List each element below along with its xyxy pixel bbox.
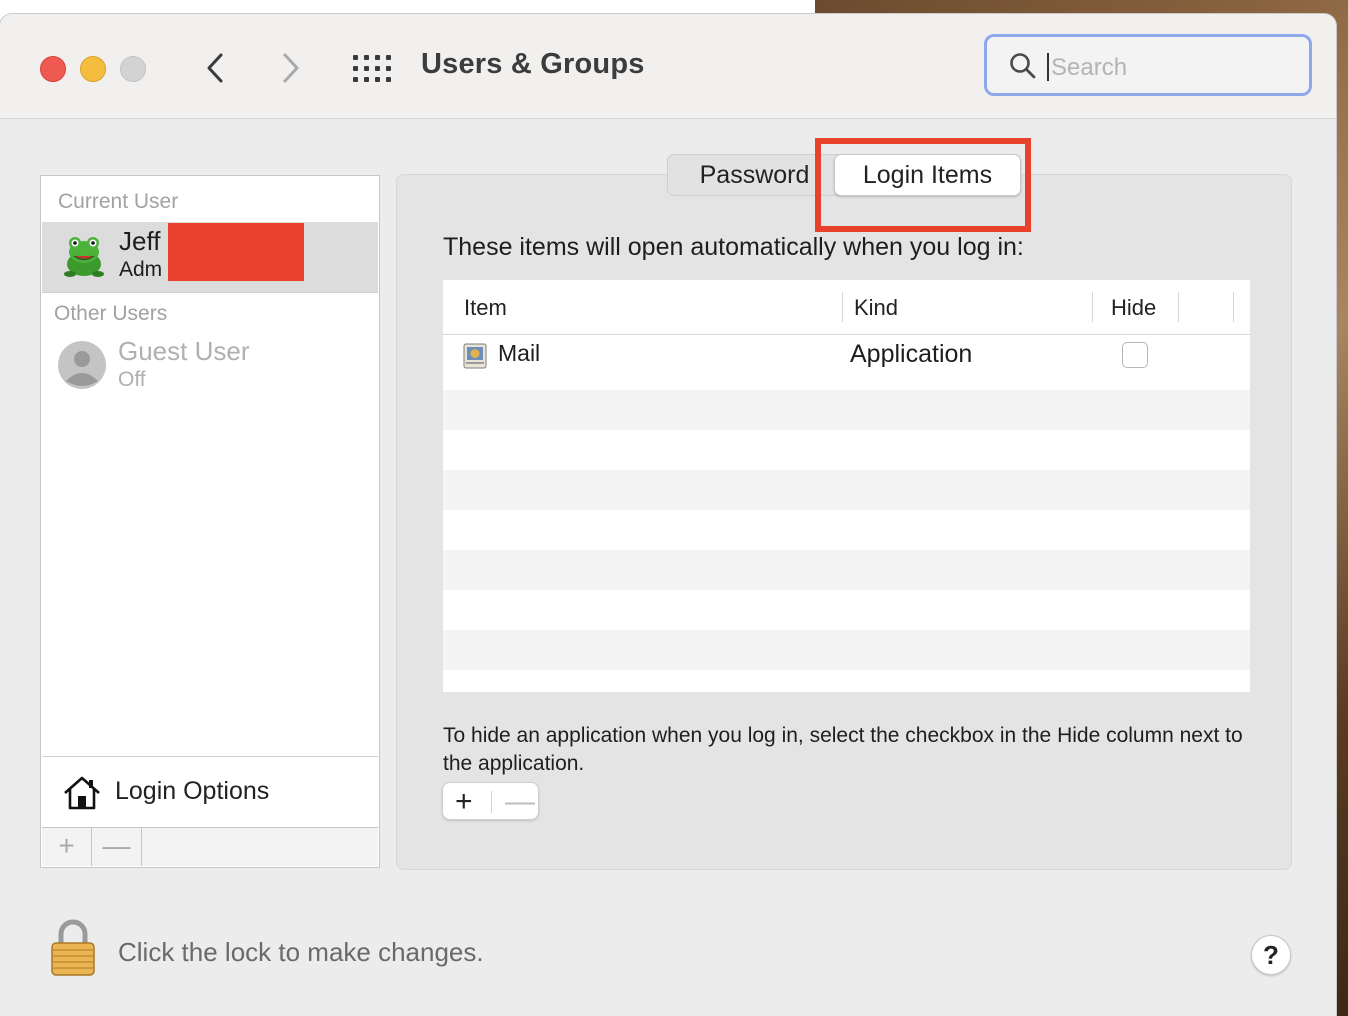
guest-user-status: Off <box>118 368 146 391</box>
lock-status-text: Click the lock to make changes. <box>118 937 484 967</box>
mail-app-icon <box>463 343 487 369</box>
sidebar-item-current-user[interactable]: Jeff Adm <box>42 222 378 292</box>
table-row-empty <box>443 630 1250 670</box>
table-row-empty <box>443 390 1250 430</box>
table-row-empty <box>443 470 1250 510</box>
hide-hint-text: To hide an application when you log in, … <box>443 724 1243 775</box>
login-options-item[interactable]: Login Options <box>42 757 378 826</box>
current-user-role: Adm <box>119 258 163 281</box>
login-items-intro: These items will open automatically when… <box>443 233 1024 261</box>
column-separator <box>1092 292 1093 322</box>
sidebar-divider <box>42 292 378 293</box>
column-header-hide[interactable]: Hide <box>1111 295 1156 321</box>
table-row-empty <box>443 510 1250 550</box>
remove-user-button[interactable]: — <box>92 828 142 866</box>
table-row-empty <box>443 550 1250 590</box>
help-button[interactable]: ? <box>1251 935 1291 975</box>
table-header: Item Kind Hide <box>443 280 1250 335</box>
current-user-header: Current User <box>58 190 179 213</box>
redaction-block <box>168 223 304 281</box>
column-header-item[interactable]: Item <box>464 295 507 321</box>
frog-avatar-icon <box>64 237 104 277</box>
lock-icon[interactable] <box>50 919 96 977</box>
titlebar: Users & Groups Search <box>0 14 1336 119</box>
row-item-name: Mail <box>498 340 541 366</box>
chevron-left-icon <box>207 53 223 83</box>
forward-button[interactable] <box>276 50 306 86</box>
text-cursor <box>1047 53 1049 81</box>
search-placeholder: Search <box>1051 54 1128 81</box>
table-row-empty <box>443 590 1250 630</box>
add-remove-control: + — <box>442 782 539 820</box>
column-header-kind[interactable]: Kind <box>854 295 898 321</box>
minimize-button[interactable] <box>80 56 106 82</box>
search-icon <box>1010 53 1036 79</box>
guest-user-name[interactable]: Guest User <box>118 336 250 367</box>
back-button[interactable] <box>200 50 230 86</box>
zoom-button[interactable] <box>120 56 146 82</box>
tab-login-items[interactable]: Login Items <box>834 154 1021 196</box>
add-login-item-button[interactable]: + <box>455 785 473 819</box>
window-title: Users & Groups <box>421 48 645 80</box>
remove-login-item-button[interactable]: — <box>505 785 535 819</box>
column-separator <box>842 292 843 322</box>
add-user-button[interactable]: + <box>42 828 92 866</box>
login-options-label: Login Options <box>115 777 270 805</box>
system-preferences-window: Users & Groups Search Current User Jeff … <box>0 14 1336 1016</box>
sidebar-footer: + — <box>42 827 378 866</box>
hide-checkbox[interactable] <box>1122 342 1148 368</box>
users-sidebar: Current User Jeff Adm Other Users Guest … <box>40 175 380 868</box>
tab-password[interactable]: Password <box>667 154 842 196</box>
column-separator <box>1233 292 1234 322</box>
show-all-grid-icon[interactable] <box>353 55 391 83</box>
button-separator <box>491 791 492 813</box>
search-input[interactable]: Search <box>984 34 1312 96</box>
guest-avatar-icon <box>58 341 106 389</box>
row-item-kind: Application <box>850 340 973 368</box>
current-user-name: Jeff <box>119 226 161 256</box>
table-row-empty <box>443 670 1250 692</box>
house-icon <box>64 776 100 810</box>
other-users-header: Other Users <box>54 302 168 325</box>
login-items-table: Item Kind Hide Mail Application <box>443 280 1250 692</box>
column-separator <box>1178 292 1179 322</box>
close-button[interactable] <box>40 56 66 82</box>
chevron-right-icon <box>283 53 299 83</box>
table-row-empty <box>443 430 1250 470</box>
